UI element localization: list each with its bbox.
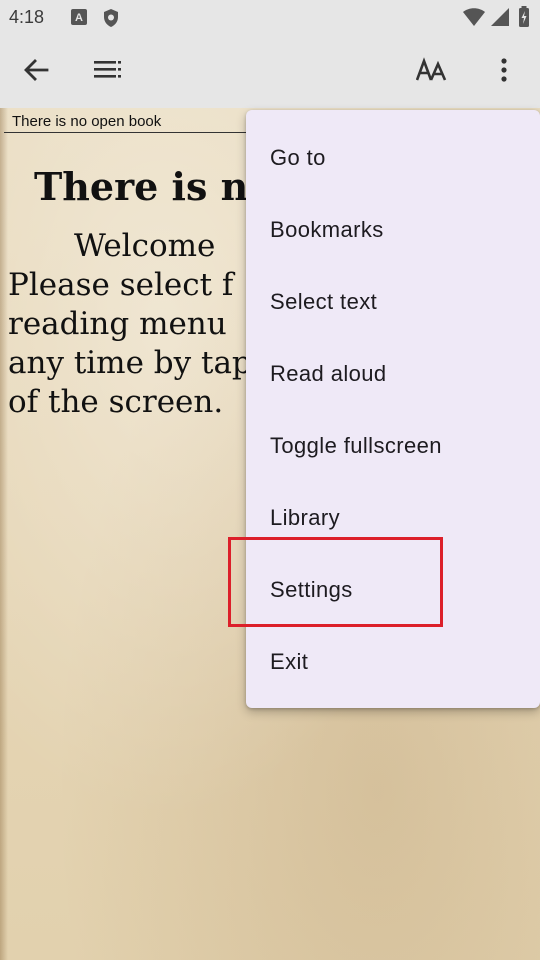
- book-text-line: reading menu: [8, 306, 227, 342]
- book-heading: There is n: [34, 164, 249, 209]
- menu-item-select-text[interactable]: Select text: [246, 266, 540, 338]
- menu-item-toggle-fullscreen[interactable]: Toggle fullscreen: [246, 410, 540, 482]
- battery-icon: [518, 6, 530, 32]
- menu-item-go-to[interactable]: Go to: [246, 122, 540, 194]
- book-text-line: Welcome: [74, 228, 216, 264]
- font-settings-button[interactable]: [410, 50, 454, 94]
- book-text-line: any time by tap: [8, 345, 252, 381]
- font-size-icon: [415, 57, 448, 87]
- arrow-left-icon: [22, 56, 50, 88]
- status-time: 4:18: [9, 7, 45, 27]
- more-vertical-icon: [500, 58, 508, 86]
- table-of-contents-icon: [93, 58, 123, 86]
- book-text-line: of the screen.: [8, 384, 224, 420]
- status-divider: [4, 132, 264, 133]
- more-options-button[interactable]: [482, 50, 526, 94]
- book-text-line: Please select f: [8, 267, 234, 303]
- settings-highlight-box: [228, 537, 443, 627]
- menu-item-read-aloud[interactable]: Read aloud: [246, 338, 540, 410]
- back-button[interactable]: [14, 50, 58, 94]
- status-bar: 4:18 A: [0, 0, 540, 36]
- keyboard-indicator-icon: A: [70, 8, 88, 30]
- table-of-contents-button[interactable]: [86, 50, 130, 94]
- menu-item-bookmarks[interactable]: Bookmarks: [246, 194, 540, 266]
- book-status-text: There is no open book: [12, 113, 162, 130]
- wifi-icon: [462, 7, 486, 31]
- signal-icon: [490, 7, 510, 31]
- svg-text:A: A: [75, 12, 83, 24]
- shield-icon: [102, 8, 120, 32]
- app-bar: [0, 36, 540, 108]
- menu-item-exit[interactable]: Exit: [246, 626, 540, 698]
